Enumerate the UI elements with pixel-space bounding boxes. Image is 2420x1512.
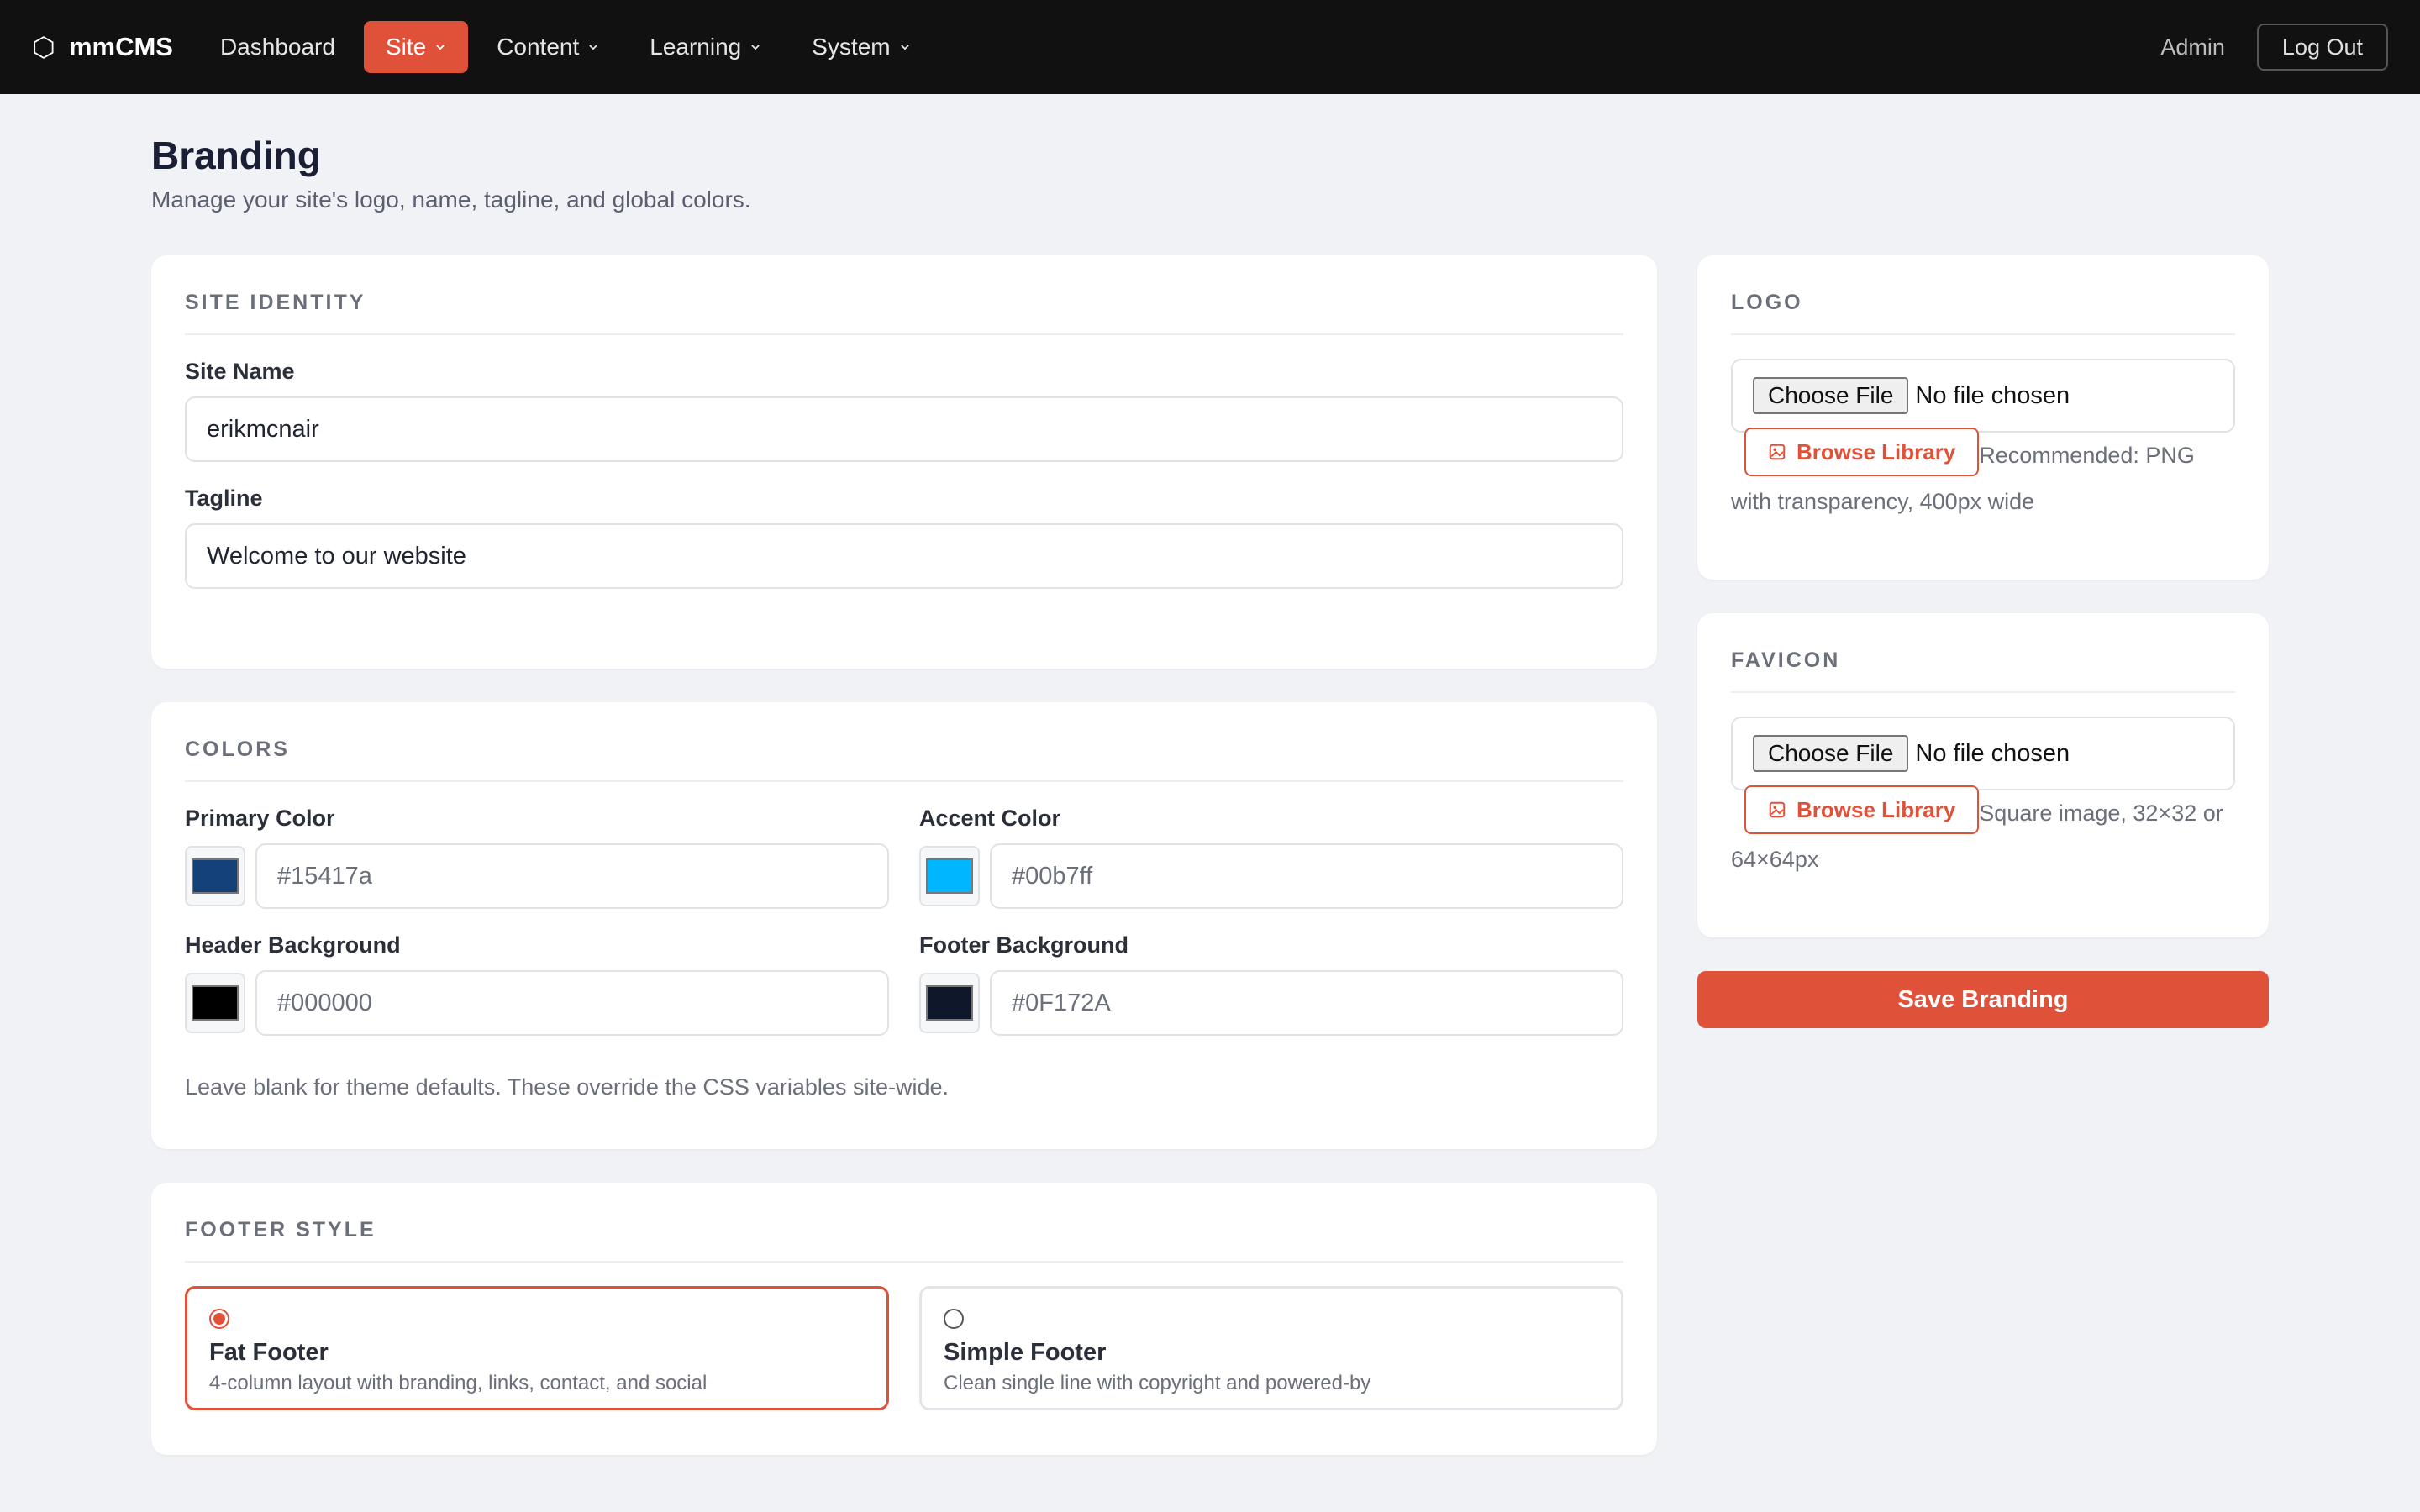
footer-option-simple[interactable]: Simple Footer Clean single line with cop… bbox=[919, 1286, 1623, 1410]
nav-right: Admin Log Out bbox=[2160, 24, 2388, 71]
favicon-file-input[interactable]: Choose File No file chosen bbox=[1731, 717, 2235, 790]
nav-item-label: Learning bbox=[650, 34, 742, 60]
primary-color-field: Primary Color bbox=[185, 782, 889, 909]
primary-color-label: Primary Color bbox=[185, 806, 335, 831]
footer-bg-input[interactable] bbox=[990, 970, 1623, 1036]
section-title: FOOTER STYLE bbox=[185, 1183, 1623, 1263]
nav-item-system[interactable]: System bbox=[790, 21, 932, 73]
footer-bg-picker[interactable] bbox=[919, 973, 980, 1033]
option-title: Simple Footer bbox=[944, 1339, 1107, 1366]
footer-bg-field: Footer Background bbox=[919, 909, 1623, 1036]
page-subtitle: Manage your site's logo, name, tagline, … bbox=[151, 186, 751, 213]
nav-item-label: Content bbox=[497, 34, 580, 60]
option-title: Fat Footer bbox=[209, 1339, 329, 1366]
site-name-label: Site Name bbox=[185, 359, 295, 384]
header-bg-field: Header Background bbox=[185, 909, 889, 1036]
header-bg-swatch bbox=[192, 985, 239, 1021]
accent-color-input[interactable] bbox=[990, 843, 1623, 909]
primary-color-picker[interactable] bbox=[185, 846, 245, 906]
chevron-down-icon bbox=[589, 45, 598, 50]
header-bg-label: Header Background bbox=[185, 932, 401, 958]
chevron-down-icon bbox=[436, 45, 445, 50]
colors-hint: Leave blank for theme defaults. These ov… bbox=[185, 1074, 949, 1100]
nav-item-label: System bbox=[812, 34, 891, 60]
site-identity-card: SITE IDENTITY Site Name Tagline bbox=[151, 255, 1657, 669]
logo-file-input[interactable]: Choose File No file chosen bbox=[1731, 359, 2235, 433]
footer-style-options: Fat Footer 4-column layout with branding… bbox=[185, 1286, 1623, 1410]
accent-color-field: Accent Color bbox=[919, 782, 1623, 909]
section-title: COLORS bbox=[185, 702, 1623, 782]
option-description: Clean single line with copyright and pow… bbox=[944, 1372, 1371, 1394]
choose-file-button[interactable]: Choose File bbox=[1753, 735, 1909, 772]
nav-item-dashboard[interactable]: Dashboard bbox=[198, 21, 357, 73]
footer-bg-swatch bbox=[926, 985, 973, 1021]
browse-library-label: Browse Library bbox=[1797, 797, 1956, 822]
accent-color-picker[interactable] bbox=[919, 846, 980, 906]
favicon-meta: Browse Library Square image, 32×32 or 64… bbox=[1731, 785, 2235, 879]
hexagon-icon: ⬡ bbox=[32, 32, 55, 62]
nav-item-label: Dashboard bbox=[219, 34, 335, 60]
header-bg-picker[interactable] bbox=[185, 973, 245, 1033]
logo-card: LOGO Choose File No file chosen Browse L… bbox=[1697, 255, 2269, 580]
save-branding-button[interactable]: Save Branding bbox=[1697, 971, 2269, 1028]
nav-item-site[interactable]: Site bbox=[363, 21, 469, 73]
logo-meta: Browse Library Recommended: PNG with tra… bbox=[1731, 428, 2235, 522]
radio-selected-icon[interactable] bbox=[209, 1309, 229, 1329]
image-icon bbox=[1769, 444, 1786, 460]
chevron-down-icon bbox=[751, 45, 760, 50]
browse-library-button[interactable]: Browse Library bbox=[1744, 428, 1980, 476]
page-title: Branding bbox=[151, 134, 321, 177]
section-title: LOGO bbox=[1731, 255, 2235, 335]
color-grid-row-1: Primary Color Accent Color bbox=[185, 782, 1623, 909]
header-bg-input[interactable] bbox=[255, 970, 889, 1036]
colors-card: COLORS Primary Color Accent Color Header… bbox=[151, 702, 1657, 1149]
nav-item-learning[interactable]: Learning bbox=[628, 21, 783, 73]
brand-name: mmCMS bbox=[68, 32, 173, 61]
site-name-input[interactable] bbox=[185, 396, 1623, 462]
nav-item-content[interactable]: Content bbox=[475, 21, 621, 73]
tagline-input[interactable] bbox=[185, 523, 1623, 589]
image-icon bbox=[1769, 801, 1786, 818]
footer-bg-label: Footer Background bbox=[919, 932, 1129, 958]
browse-library-label: Browse Library bbox=[1797, 439, 1956, 465]
accent-color-swatch bbox=[926, 858, 973, 894]
footer-option-fat[interactable]: Fat Footer 4-column layout with branding… bbox=[185, 1286, 889, 1410]
file-status: No file chosen bbox=[1915, 739, 2070, 767]
brand-logo[interactable]: ⬡ mmCMS bbox=[32, 32, 173, 62]
accent-color-label: Accent Color bbox=[919, 806, 1061, 831]
color-grid-row-2: Header Background Footer Background bbox=[185, 909, 1623, 1036]
section-title: SITE IDENTITY bbox=[185, 255, 1623, 335]
tagline-label: Tagline bbox=[185, 486, 263, 511]
user-name[interactable]: Admin bbox=[2160, 34, 2225, 60]
chevron-down-icon bbox=[900, 45, 909, 50]
browse-library-button[interactable]: Browse Library bbox=[1744, 785, 1980, 834]
option-description: 4-column layout with branding, links, co… bbox=[209, 1372, 708, 1394]
radio-unselected-icon[interactable] bbox=[944, 1309, 964, 1329]
nav-item-label: Site bbox=[385, 34, 427, 60]
logout-button[interactable]: Log Out bbox=[2256, 24, 2388, 71]
top-navbar: ⬡ mmCMS Dashboard Site Content Learning … bbox=[0, 0, 2420, 94]
favicon-card: FAVICON Choose File No file chosen Brows… bbox=[1697, 613, 2269, 937]
file-status: No file chosen bbox=[1915, 381, 2070, 409]
choose-file-button[interactable]: Choose File bbox=[1753, 377, 1909, 414]
footer-style-card: FOOTER STYLE Fat Footer 4-column layout … bbox=[151, 1183, 1657, 1455]
primary-color-swatch bbox=[192, 858, 239, 894]
section-title: FAVICON bbox=[1731, 613, 2235, 693]
primary-color-input[interactable] bbox=[255, 843, 889, 909]
